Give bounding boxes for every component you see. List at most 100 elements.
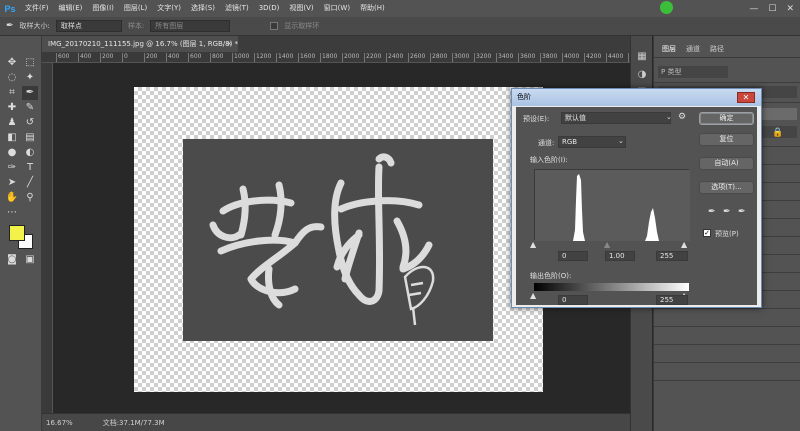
clone-stamp-icon[interactable]: ♟ xyxy=(4,116,20,130)
menu-image[interactable]: 图像(I) xyxy=(87,0,119,17)
input-gamma-slider-icon[interactable]: ▲ xyxy=(604,240,610,249)
hand-tool-icon[interactable]: ✋ xyxy=(4,191,20,205)
healing-brush-icon[interactable]: ✚ xyxy=(4,101,20,115)
pen-tool-icon[interactable]: ✑ xyxy=(4,161,20,175)
dialog-body: 预设(E): 默认值 ⌄ ⚙ 通道: RGB ⌄ 输入色阶(I): ▲ ▲ ▲ … xyxy=(516,107,757,305)
screen-mode-icon[interactable]: ▣ xyxy=(22,253,38,267)
path-selection-icon[interactable]: ➤ xyxy=(4,176,20,190)
lock-icon: 🔒 xyxy=(772,128,784,138)
preview-checkbox[interactable]: ✓ xyxy=(703,229,711,237)
levels-dialog: 色阶 ✕ 预设(E): 默认值 ⌄ ⚙ 通道: RGB ⌄ 输入色阶(I): ▲… xyxy=(511,88,762,308)
maximize-button[interactable]: ☐ xyxy=(768,4,776,14)
preset-label: 预设(E): xyxy=(523,115,550,123)
tab-paths[interactable]: 路径 xyxy=(710,44,724,57)
move-tool-icon[interactable]: ✥ xyxy=(4,56,20,70)
ruler-tick-label: 3000 xyxy=(452,53,469,62)
crop-tool-icon[interactable]: ⌗ xyxy=(4,86,20,100)
menu-select[interactable]: 选择(S) xyxy=(186,0,220,17)
more-tools-icon[interactable]: ⋯ xyxy=(4,206,20,220)
layer-photo[interactable] xyxy=(183,139,493,341)
sample-label: 样本: xyxy=(127,22,145,30)
ruler-tick-label: 2200 xyxy=(364,53,381,62)
ruler-tick-label: 2000 xyxy=(342,53,359,62)
show-ring-checkbox[interactable] xyxy=(270,22,279,30)
ruler-tick-label: 3800 xyxy=(540,53,557,62)
zoom-level[interactable]: 16.67% xyxy=(46,419,73,427)
channel-label: 通道: xyxy=(538,139,555,147)
black-point-eyedropper-icon[interactable]: ✒ xyxy=(708,207,716,217)
menu-window[interactable]: 窗口(W) xyxy=(319,0,355,17)
menu-edit[interactable]: 编辑(E) xyxy=(54,0,88,17)
document-tab-close-icon[interactable]: × xyxy=(226,36,233,52)
line-tool-icon[interactable]: ╱ xyxy=(22,176,38,190)
reset-button[interactable]: 复位 xyxy=(699,133,754,146)
blur-tool-icon[interactable]: ● xyxy=(4,146,20,160)
histogram-graph xyxy=(535,170,690,241)
ruler-tick-label: 3200 xyxy=(474,53,491,62)
photoshop-logo: Ps xyxy=(4,3,16,14)
magic-wand-icon[interactable]: ✦ xyxy=(22,71,38,85)
layer-filter-search[interactable]: P 类型 xyxy=(658,66,728,78)
white-point-eyedropper-icon[interactable]: ✒ xyxy=(738,207,746,217)
ruler-tick-label: 2400 xyxy=(386,53,403,62)
channel-dropdown-icon[interactable]: ⌄ xyxy=(618,137,624,145)
menu-help[interactable]: 帮助(H) xyxy=(355,0,390,17)
preset-options-gear-icon[interactable]: ⚙ xyxy=(678,112,686,122)
ruler-tick-label: 4400 xyxy=(606,53,623,62)
gradient-tool-icon[interactable]: ▤ xyxy=(22,131,38,145)
artboard-tool-icon[interactable]: ⬚ xyxy=(22,56,38,70)
eraser-tool-icon[interactable]: ◧ xyxy=(4,131,20,145)
output-black-field[interactable]: 0 xyxy=(558,295,588,305)
quick-mask-icon[interactable]: ◙ xyxy=(4,253,20,267)
menu-3d[interactable]: 3D(D) xyxy=(254,0,285,17)
document-info[interactable]: 文档:37.1M/77.3M xyxy=(103,418,165,428)
document-tab[interactable]: IMG_20170210_111155.jpg @ 16.7% (图层 1, R… xyxy=(42,36,238,52)
lasso-tool-icon[interactable]: ◌ xyxy=(4,71,20,85)
channel-select[interactable]: RGB xyxy=(558,136,626,148)
preset-select[interactable]: 默认值 xyxy=(561,112,671,124)
input-white-slider-icon[interactable]: ▲ xyxy=(681,240,687,249)
ruler-tick-label: 1800 xyxy=(320,53,337,62)
sample-size-select[interactable]: 取样点 xyxy=(55,20,122,32)
sample-size-label: 取样大小: xyxy=(19,22,50,30)
input-black-field[interactable]: 0 xyxy=(558,251,588,261)
menu-type[interactable]: 文字(Y) xyxy=(152,0,186,17)
eyedropper-tool-icon[interactable]: ✒ xyxy=(6,21,14,31)
ruler-tick-label: 200 xyxy=(144,53,157,62)
ok-button[interactable]: 确定 xyxy=(699,112,754,125)
input-gamma-field[interactable]: 1.00 xyxy=(605,251,635,261)
close-button[interactable]: ✕ xyxy=(786,4,794,14)
tools-panel: ✥ ⬚ ◌ ✦ ⌗ ✒ ✚ ✎ ♟ ↺ ◧ ▤ ● ◐ ✑ T ➤ ╱ ✋ ⚲ … xyxy=(0,36,42,431)
horizontal-ruler: 600 400 200 0 200 400 600 800 1000 1200 1400 1600 18… xyxy=(42,52,630,63)
output-black-slider-icon[interactable]: ▲ xyxy=(530,291,536,300)
ruler-tick-label: 3400 xyxy=(496,53,513,62)
auto-button[interactable]: 自动(A) xyxy=(699,157,754,170)
zoom-tool-icon[interactable]: ⚲ xyxy=(22,191,38,205)
history-panel-icon[interactable]: ▦ xyxy=(634,50,650,64)
adjustments-panel-icon[interactable]: ◑ xyxy=(634,68,650,82)
gray-point-eyedropper-icon[interactable]: ✒ xyxy=(723,207,731,217)
brush-tool-icon[interactable]: ✎ xyxy=(22,101,38,115)
menu-view[interactable]: 视图(V) xyxy=(284,0,318,17)
input-black-slider-icon[interactable]: ▲ xyxy=(530,240,536,249)
ruler-tick-label: 1000 xyxy=(232,53,249,62)
ruler-tick-label: 2800 xyxy=(430,53,447,62)
tab-channels[interactable]: 通道 xyxy=(686,44,700,57)
type-tool-icon[interactable]: T xyxy=(22,161,38,175)
dodge-tool-icon[interactable]: ◐ xyxy=(22,146,38,160)
history-brush-icon[interactable]: ↺ xyxy=(22,116,38,130)
menu-layer[interactable]: 图层(L) xyxy=(119,0,152,17)
minimize-button[interactable]: — xyxy=(749,4,758,14)
sample-select[interactable]: 所有图层 xyxy=(150,20,231,32)
menu-file[interactable]: 文件(F) xyxy=(20,0,54,17)
layers-panel-tabs: 图层 通道 路径 xyxy=(654,44,800,58)
input-white-field[interactable]: 255 xyxy=(656,251,688,261)
dialog-close-button[interactable]: ✕ xyxy=(737,92,755,103)
output-white-field[interactable]: 255 xyxy=(656,295,688,305)
ruler-tick-label: 1400 xyxy=(276,53,293,62)
menu-filter[interactable]: 滤镜(T) xyxy=(220,0,254,17)
tab-layers[interactable]: 图层 xyxy=(662,44,676,57)
eyedropper-icon[interactable]: ✒ xyxy=(22,86,38,100)
preset-dropdown-icon[interactable]: ⌄ xyxy=(666,113,672,121)
options-button[interactable]: 选项(T)... xyxy=(699,181,754,194)
